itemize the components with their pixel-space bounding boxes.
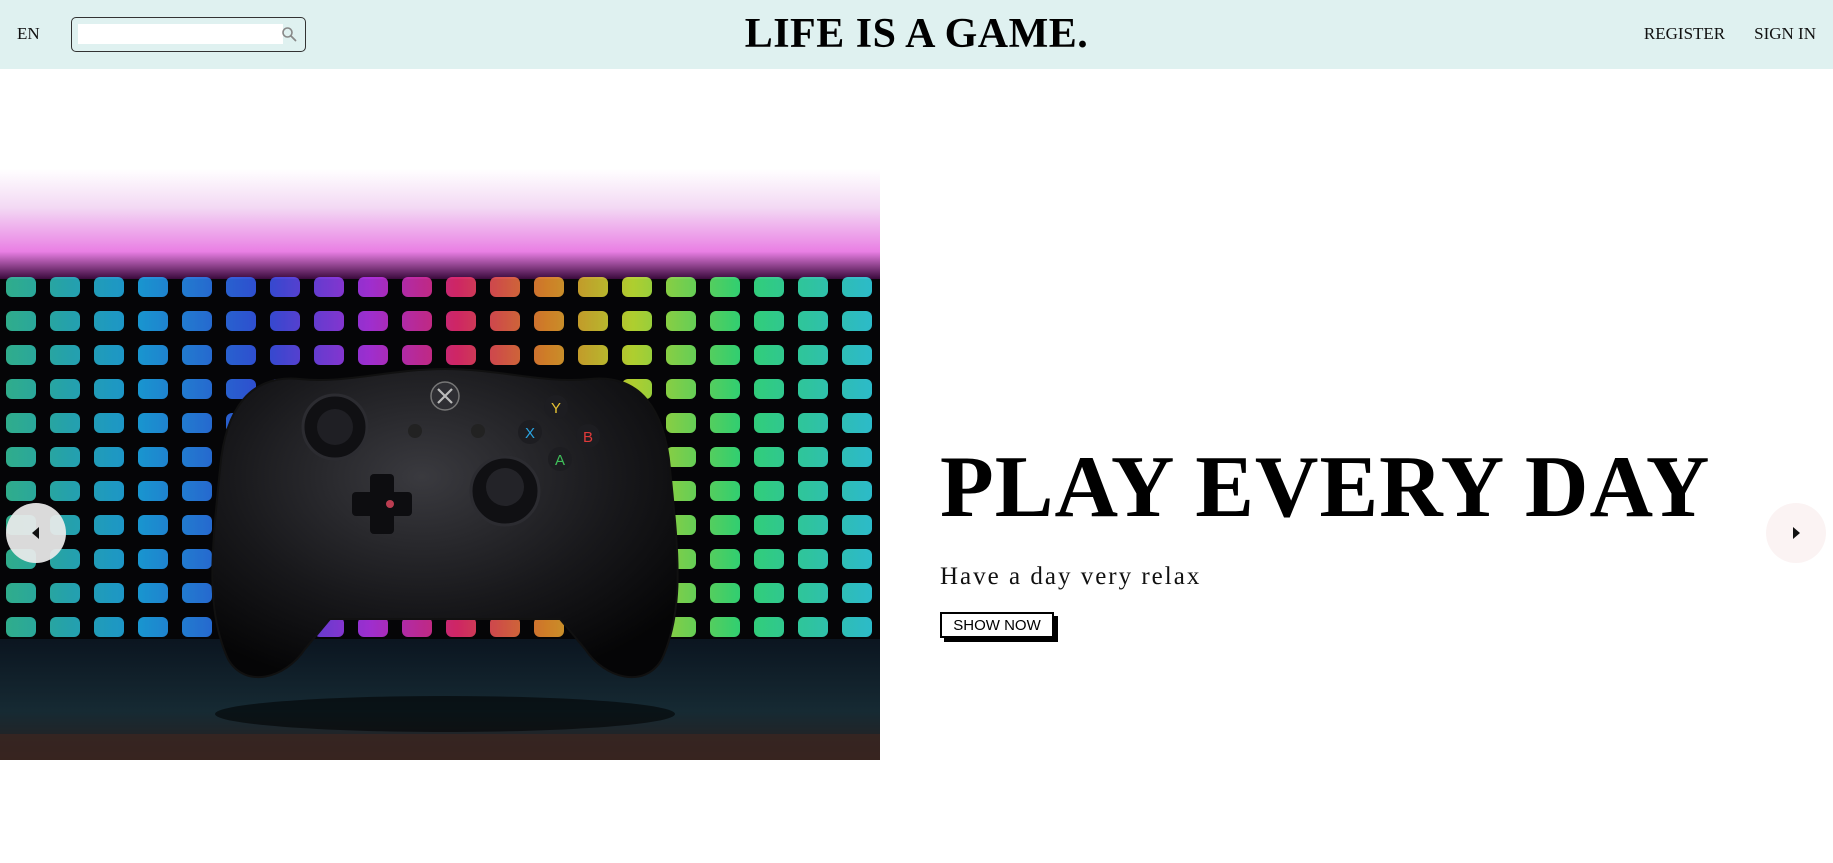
show-now-button[interactable]: SHOW NOW bbox=[940, 612, 1054, 638]
svg-text:Y: Y bbox=[551, 400, 561, 417]
search-icon[interactable] bbox=[281, 26, 297, 42]
carousel-prev-button[interactable] bbox=[6, 503, 66, 563]
hero-subtitle: Have a day very relax bbox=[940, 563, 1202, 590]
caret-left-icon bbox=[32, 527, 39, 539]
top-navbar: EN LIFE IS A GAME. REGISTER SIGN IN bbox=[0, 0, 1833, 69]
search-input[interactable] bbox=[78, 24, 283, 44]
hero-title: PLAY EVERY DAY bbox=[940, 439, 1711, 536]
gamepad-keyboard-photo: Y X B A bbox=[0, 169, 880, 760]
search-box[interactable] bbox=[71, 17, 306, 52]
svg-text:X: X bbox=[525, 425, 535, 442]
carousel-next-button[interactable] bbox=[1766, 503, 1826, 563]
svg-text:A: A bbox=[555, 452, 565, 469]
caret-right-icon bbox=[1793, 527, 1800, 539]
svg-text:B: B bbox=[583, 429, 593, 446]
register-link[interactable]: REGISTER bbox=[1644, 24, 1725, 44]
auth-links: REGISTER SIGN IN bbox=[1644, 24, 1816, 44]
hero-image: Y X B A bbox=[0, 169, 880, 760]
language-selector[interactable]: EN bbox=[17, 24, 40, 44]
sign-in-link[interactable]: SIGN IN bbox=[1754, 24, 1816, 44]
